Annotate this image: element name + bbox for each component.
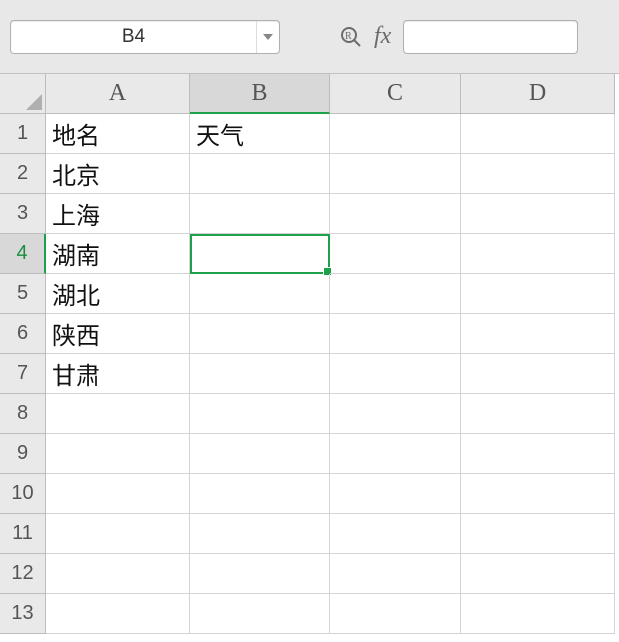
- cell-D13[interactable]: [461, 594, 615, 634]
- cell-A9[interactable]: [46, 434, 190, 474]
- formula-input[interactable]: [403, 20, 578, 54]
- cell-B8[interactable]: [190, 394, 330, 434]
- cell-B1[interactable]: 天气: [190, 114, 330, 154]
- cell-B9[interactable]: [190, 434, 330, 474]
- cell-C1[interactable]: [330, 114, 461, 154]
- cell-A13[interactable]: [46, 594, 190, 634]
- row-header-1[interactable]: 1: [0, 114, 46, 154]
- cell-C3[interactable]: [330, 194, 461, 234]
- cell-D12[interactable]: [461, 554, 615, 594]
- cell-D10[interactable]: [461, 474, 615, 514]
- formula-toolbar: R fx: [0, 0, 619, 74]
- cell-D6[interactable]: [461, 314, 615, 354]
- cell-B3[interactable]: [190, 194, 330, 234]
- cell-C11[interactable]: [330, 514, 461, 554]
- cell-B2[interactable]: [190, 154, 330, 194]
- cell-C4[interactable]: [330, 234, 461, 274]
- cell-D11[interactable]: [461, 514, 615, 554]
- cell-A8[interactable]: [46, 394, 190, 434]
- row-header-12[interactable]: 12: [0, 554, 46, 594]
- cell-C9[interactable]: [330, 434, 461, 474]
- cell-D2[interactable]: [461, 154, 615, 194]
- cell-A1[interactable]: 地名: [46, 114, 190, 154]
- cell-B11[interactable]: [190, 514, 330, 554]
- cell-B7[interactable]: [190, 354, 330, 394]
- fx-icon[interactable]: fx: [374, 23, 391, 50]
- cell-A5[interactable]: 湖北: [46, 274, 190, 314]
- cell-A6[interactable]: 陕西: [46, 314, 190, 354]
- row-header-5[interactable]: 5: [0, 274, 46, 314]
- row-header-10[interactable]: 10: [0, 474, 46, 514]
- cell-C7[interactable]: [330, 354, 461, 394]
- row-header-9[interactable]: 9: [0, 434, 46, 474]
- cell-D7[interactable]: [461, 354, 615, 394]
- find-icon[interactable]: R: [340, 26, 362, 48]
- cell-B5[interactable]: [190, 274, 330, 314]
- cell-C13[interactable]: [330, 594, 461, 634]
- row-header-8[interactable]: 8: [0, 394, 46, 434]
- cell-B6[interactable]: [190, 314, 330, 354]
- cell-C10[interactable]: [330, 474, 461, 514]
- cell-A10[interactable]: [46, 474, 190, 514]
- cell-A7[interactable]: 甘肃: [46, 354, 190, 394]
- name-box[interactable]: [11, 21, 256, 53]
- cell-C8[interactable]: [330, 394, 461, 434]
- cell-D1[interactable]: [461, 114, 615, 154]
- cell-A2[interactable]: 北京: [46, 154, 190, 194]
- row-header-6[interactable]: 6: [0, 314, 46, 354]
- column-header-A[interactable]: A: [46, 74, 190, 114]
- cell-D9[interactable]: [461, 434, 615, 474]
- cell-C2[interactable]: [330, 154, 461, 194]
- cell-B12[interactable]: [190, 554, 330, 594]
- column-header-C[interactable]: C: [330, 74, 461, 114]
- column-header-D[interactable]: D: [461, 74, 615, 114]
- cell-A3[interactable]: 上海: [46, 194, 190, 234]
- row-header-4[interactable]: 4: [0, 234, 46, 274]
- cell-D8[interactable]: [461, 394, 615, 434]
- row-header-13[interactable]: 13: [0, 594, 46, 634]
- cell-A12[interactable]: [46, 554, 190, 594]
- cell-D5[interactable]: [461, 274, 615, 314]
- column-header-B[interactable]: B: [190, 74, 330, 114]
- formula-area: R fx: [340, 20, 578, 54]
- row-header-3[interactable]: 3: [0, 194, 46, 234]
- cell-D3[interactable]: [461, 194, 615, 234]
- svg-text:R: R: [345, 31, 352, 42]
- row-header-2[interactable]: 2: [0, 154, 46, 194]
- cell-C12[interactable]: [330, 554, 461, 594]
- cell-C5[interactable]: [330, 274, 461, 314]
- cell-B13[interactable]: [190, 594, 330, 634]
- spreadsheet-grid[interactable]: ABCD 1地名天气 2北京3上海4湖南5湖北6陕西7甘肃8910111213: [0, 74, 619, 634]
- name-box-dropdown[interactable]: [256, 21, 279, 53]
- row-header-7[interactable]: 7: [0, 354, 46, 394]
- chevron-down-icon: [263, 34, 273, 40]
- cell-A11[interactable]: [46, 514, 190, 554]
- name-box-wrap: [10, 20, 280, 54]
- select-all-corner[interactable]: [0, 74, 46, 114]
- cell-A4[interactable]: 湖南: [46, 234, 190, 274]
- cell-D4[interactable]: [461, 234, 615, 274]
- row-header-11[interactable]: 11: [0, 514, 46, 554]
- cell-C6[interactable]: [330, 314, 461, 354]
- cell-B10[interactable]: [190, 474, 330, 514]
- cell-B4[interactable]: [190, 234, 330, 274]
